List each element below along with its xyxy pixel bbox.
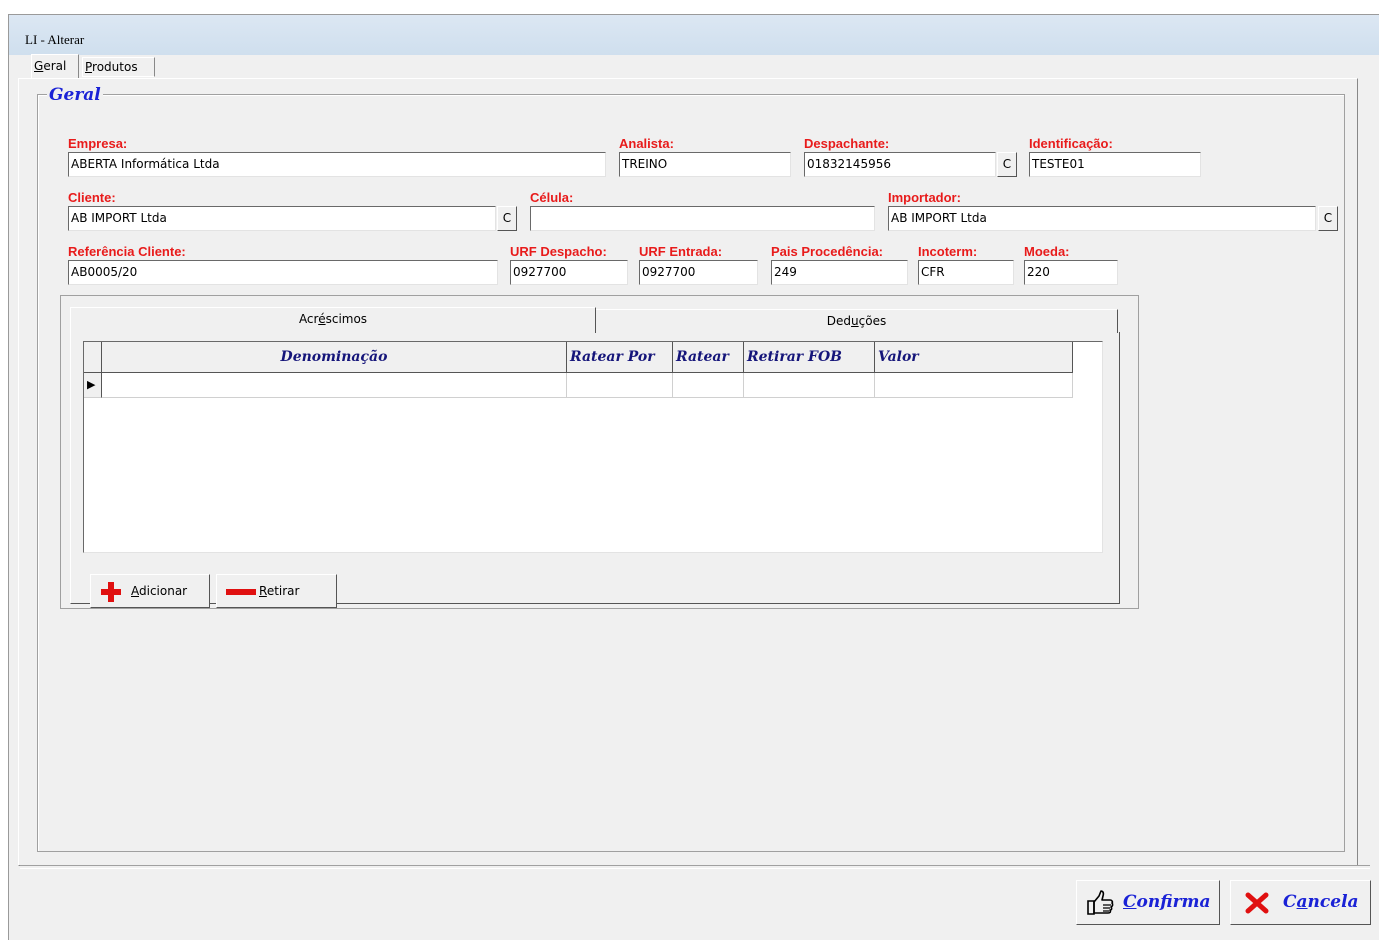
referencia-cliente-field[interactable]: AB0005/20 xyxy=(68,260,498,285)
empresa-label: Empresa: xyxy=(68,136,128,151)
cancela-button[interactable]: Cancela xyxy=(1230,880,1371,925)
cliente-lookup-button[interactable]: C xyxy=(497,206,517,231)
identificacao-label: Identificação: xyxy=(1029,136,1113,151)
footer-separator xyxy=(20,865,1370,869)
grid-indicator-header xyxy=(84,342,102,373)
title-bar: LI - Alterar xyxy=(9,15,1379,55)
cliente-field[interactable]: AB IMPORT Ltda xyxy=(68,206,496,231)
row-indicator-icon: ▶ xyxy=(84,373,102,398)
pais-procedencia-label: Pais Procedência: xyxy=(771,244,883,259)
urf-despacho-label: URF Despacho: xyxy=(510,244,607,259)
column-header-ratear[interactable]: Ratear xyxy=(673,342,744,373)
retirar-button[interactable]: Retirar xyxy=(216,574,337,608)
cell-ratear-por[interactable] xyxy=(567,373,673,398)
incoterm-label: Incoterm: xyxy=(918,244,978,259)
plus-icon xyxy=(101,582,121,602)
importador-field[interactable]: AB IMPORT Ltda xyxy=(888,206,1316,231)
cell-valor[interactable] xyxy=(875,373,1073,398)
adicionar-button[interactable]: Adicionar xyxy=(90,574,210,608)
despachante-label: Despachante: xyxy=(804,136,890,151)
despachante-lookup-button[interactable]: C xyxy=(997,152,1017,177)
column-header-ratear-por[interactable]: Ratear Por xyxy=(567,342,673,373)
empresa-field[interactable]: ABERTA Informática Ltda xyxy=(68,152,606,177)
column-header-denominacao[interactable]: Denominação xyxy=(102,342,567,373)
moeda-label: Moeda: xyxy=(1024,244,1070,259)
cliente-label: Cliente: xyxy=(68,190,116,205)
celula-label: Célula: xyxy=(530,190,574,205)
urf-despacho-field[interactable]: 0927700 xyxy=(510,260,628,285)
confirma-button[interactable]: Confirma xyxy=(1076,880,1220,925)
cell-ratear[interactable] xyxy=(673,373,744,398)
x-icon xyxy=(1245,892,1269,914)
urf-entrada-field[interactable]: 0927700 xyxy=(639,260,758,285)
thumbs-up-icon xyxy=(1087,890,1114,915)
urf-entrada-label: URF Entrada: xyxy=(639,244,723,259)
acrescimos-grid[interactable]: Denominação Ratear Por Ratear Retirar FO… xyxy=(83,341,1103,553)
tab-acrescimos[interactable]: Acréscimos xyxy=(70,307,596,333)
analista-field[interactable]: TREINO xyxy=(619,152,791,177)
window-title: LI - Alterar xyxy=(25,32,85,47)
cell-retirar-fob[interactable] xyxy=(744,373,875,398)
referencia-cliente-label: Referência Cliente: xyxy=(68,244,186,259)
importador-label: Importador: xyxy=(888,190,961,205)
group-title: Geral xyxy=(47,85,103,105)
tab-geral[interactable]: Geral xyxy=(31,54,79,78)
identificacao-field[interactable]: TESTE01 xyxy=(1029,152,1201,177)
despachante-field[interactable]: 01832145956 xyxy=(804,152,996,177)
minus-icon xyxy=(226,589,256,595)
incoterm-field[interactable]: CFR xyxy=(918,260,1014,285)
column-header-retirar-fob[interactable]: Retirar FOB xyxy=(744,342,875,373)
pais-procedencia-field[interactable]: 249 xyxy=(771,260,908,285)
tab-deducoes[interactable]: Deduções xyxy=(596,309,1118,333)
analista-label: Analista: xyxy=(619,136,674,151)
cell-denominacao[interactable] xyxy=(102,373,567,398)
moeda-field[interactable]: 220 xyxy=(1024,260,1118,285)
tab-produtos[interactable]: Produtos xyxy=(82,57,155,77)
importador-lookup-button[interactable]: C xyxy=(1318,206,1338,231)
celula-field[interactable] xyxy=(530,206,875,231)
column-header-valor[interactable]: Valor xyxy=(875,342,1073,373)
